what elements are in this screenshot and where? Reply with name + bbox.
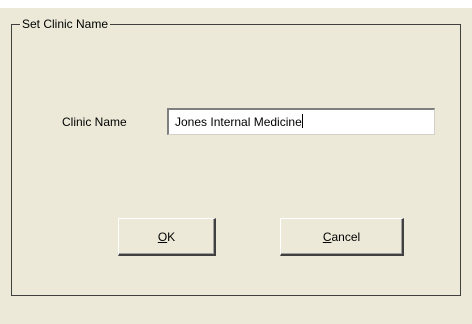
- clinic-name-input[interactable]: Jones Internal Medicine: [167, 108, 435, 135]
- groupbox-title: Set Clinic Name: [20, 16, 111, 32]
- clinic-name-input-value: Jones Internal Medicine: [175, 115, 302, 129]
- cancel-button[interactable]: Cancel: [280, 218, 404, 256]
- clinic-name-label: Clinic Name: [62, 115, 127, 129]
- ok-label-rest: K: [167, 230, 176, 244]
- cancel-label-rest: ancel: [331, 230, 361, 244]
- dialog-top-strip: [0, 0, 472, 8]
- ok-mnemonic: O: [157, 230, 168, 244]
- text-caret: [301, 114, 303, 128]
- cancel-button-label: Cancel: [323, 230, 360, 244]
- ok-button[interactable]: OK: [118, 218, 216, 256]
- ok-button-label: OK: [158, 230, 175, 244]
